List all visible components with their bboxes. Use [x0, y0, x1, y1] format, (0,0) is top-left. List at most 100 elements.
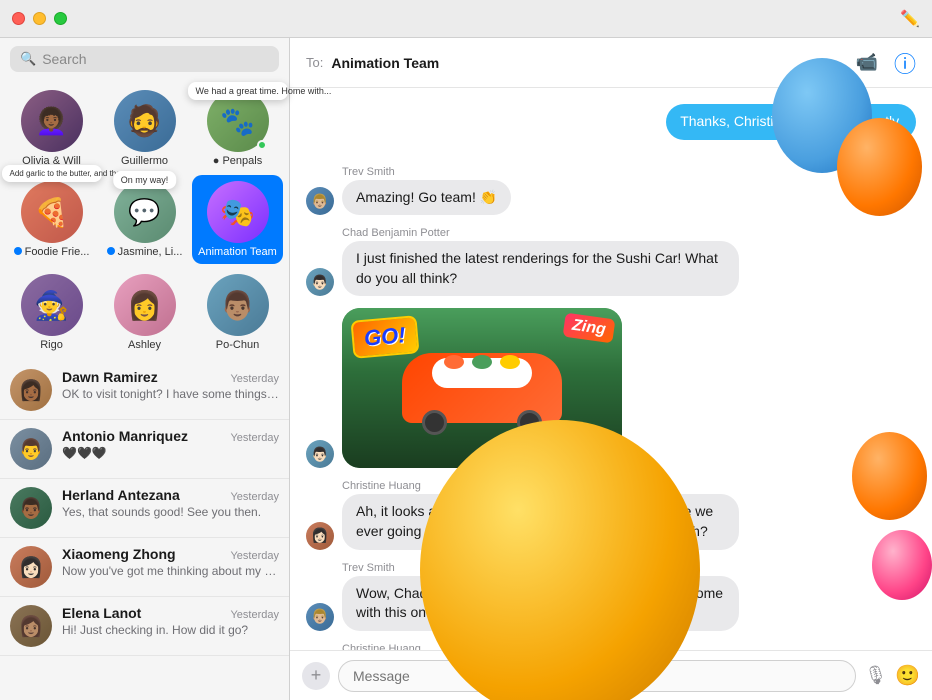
- msg-sender-christine1: Christine Huang: [342, 480, 739, 492]
- pinned-ashley[interactable]: 👩 Ashley: [99, 268, 190, 357]
- conv-item-dawn[interactable]: 👩🏾 Dawn Ramirez Yesterday OK to visit to…: [0, 361, 289, 420]
- avatar-herland: 👨🏾: [10, 487, 52, 529]
- avatar-dawn: 👩🏾: [10, 369, 52, 411]
- chat-area: To: Animation Team 📹 ⓘ Thanks, Christine…: [290, 38, 932, 700]
- search-bar[interactable]: 🔍 Search: [10, 46, 279, 72]
- msg-bubble-trev2: Wow, Chad! I can really envision us taki…: [342, 576, 739, 631]
- msg-read-thanks: Read: [666, 142, 916, 154]
- conv-preview-xiaomeng: Now you've got me thinking about my next…: [62, 563, 279, 580]
- zing-sticker: Zing: [563, 313, 616, 344]
- conv-time-herland: Yesterday: [230, 491, 279, 503]
- avatar-rigo: 🧙: [21, 274, 83, 336]
- avatar-trev: 👨🏼: [306, 187, 334, 215]
- conv-item-antonio[interactable]: 👨 Antonio Manriquez Yesterday 🖤🖤🖤: [0, 420, 289, 479]
- conv-time-xiaomeng: Yesterday: [230, 550, 279, 562]
- msg-content-christine1: Christine Huang Ah, it looks amazing, Ch…: [342, 480, 739, 549]
- msg-bubble-amazing: Amazing! Go team! 👏: [342, 180, 511, 216]
- msg-bubble-thanks: Thanks, Christine. I'll review shortly.: [666, 104, 916, 140]
- sushi-car-image: GO! Zing: [342, 308, 622, 468]
- pinned-pochun[interactable]: 👨🏽 Po-Chun: [192, 268, 283, 357]
- conv-preview-antonio: 🖤🖤🖤: [62, 445, 279, 462]
- pinned-foodie[interactable]: 🍕 Add garlic to the butter, and then... …: [6, 175, 97, 264]
- pinned-olivia-will[interactable]: 👩🏾‍🦱 Olivia & Will: [6, 84, 97, 173]
- main-layout: 🔍 Search 👩🏾‍🦱 Olivia & Will 🧔: [0, 38, 932, 700]
- chat-header: To: Animation Team 📹 ⓘ: [290, 38, 932, 88]
- avatar-trev2: 👨🏼: [306, 603, 334, 631]
- conv-time-antonio: Yesterday: [230, 432, 279, 444]
- conv-item-elena[interactable]: 👩🏽 Elena Lanot Yesterday Hi! Just checki…: [0, 597, 289, 656]
- pinned-guillermo[interactable]: 🧔 Guillermo: [99, 84, 190, 173]
- msg-content-amazing: Trev Smith Amazing! Go team! 👏: [342, 166, 511, 216]
- pinned-name-guillermo: Guillermo: [121, 155, 168, 167]
- header-icons: 📹 ⓘ: [856, 47, 916, 79]
- minimize-button[interactable]: [33, 12, 46, 25]
- wheel-right: [517, 410, 542, 435]
- pinned-name-pochun: Po-Chun: [216, 339, 259, 351]
- close-button[interactable]: [12, 12, 25, 25]
- maximize-button[interactable]: [54, 12, 67, 25]
- msg-bubble-chad: I just finished the latest renderings fo…: [342, 241, 739, 296]
- conv-content-xiaomeng: Xiaomeng Zhong Yesterday Now you've got …: [62, 546, 279, 580]
- conversation-list: 👩🏾 Dawn Ramirez Yesterday OK to visit to…: [0, 361, 289, 700]
- sushi-toppings: [444, 355, 520, 369]
- msg-content-thanks: Thanks, Christine. I'll review shortly. …: [666, 104, 916, 154]
- message-input[interactable]: [338, 660, 856, 692]
- message-trev2: 👨🏼 Trev Smith Wow, Chad! I can really en…: [306, 562, 916, 631]
- conv-time-dawn: Yesterday: [230, 373, 279, 385]
- message-chad: 👨🏻 Chad Benjamin Potter I just finished …: [306, 227, 916, 296]
- conv-item-herland[interactable]: 👨🏾 Herland Antezana Yesterday Yes, that …: [0, 479, 289, 538]
- conv-preview-herland: Yes, that sounds good! See you then.: [62, 504, 279, 521]
- msg-sender-trev2: Trev Smith: [342, 562, 739, 574]
- emoji-icon[interactable]: 🙂: [895, 663, 920, 688]
- conv-time-elena: Yesterday: [230, 609, 279, 621]
- pinned-penpals[interactable]: 🐾 We had a great time. Home with... ● Pe…: [192, 84, 283, 173]
- messages-area: Thanks, Christine. I'll review shortly. …: [290, 88, 932, 650]
- msg-content-chad: Chad Benjamin Potter I just finished the…: [342, 227, 739, 296]
- input-area: + 🎙 🙂: [290, 650, 932, 700]
- audio-icon[interactable]: 🎙: [864, 665, 887, 686]
- message-christine1: 👩🏻 Christine Huang Ah, it looks amazing,…: [306, 480, 916, 549]
- pinned-grid: 👩🏾‍🦱 Olivia & Will 🧔 Guillermo �: [0, 80, 289, 268]
- avatar-christine1: 👩🏻: [306, 522, 334, 550]
- search-icon: 🔍: [20, 51, 36, 67]
- jasmine-tooltip: On my way!: [113, 171, 177, 189]
- avatar-elena: 👩🏽: [10, 605, 52, 647]
- conv-item-xiaomeng[interactable]: 👩🏻 Xiaomeng Zhong Yesterday Now you've g…: [0, 538, 289, 597]
- to-label: To:: [306, 55, 323, 70]
- message-thanks: Thanks, Christine. I'll review shortly. …: [306, 104, 916, 154]
- msg-sender-trev: Trev Smith: [342, 166, 511, 178]
- conv-name-elena: Elena Lanot: [62, 605, 141, 621]
- conv-content-dawn: Dawn Ramirez Yesterday OK to visit tonig…: [62, 369, 279, 403]
- online-indicator: [257, 140, 267, 150]
- wheel-left: [422, 410, 447, 435]
- pinned-name-rigo: Rigo: [40, 339, 63, 351]
- pinned-rigo[interactable]: 🧙 Rigo: [6, 268, 97, 357]
- pinned-name-penpals: ● Penpals: [213, 155, 262, 167]
- info-icon[interactable]: ⓘ: [894, 47, 916, 79]
- avatar-antonio: 👨: [10, 428, 52, 470]
- msg-bubble-christine1: Ah, it looks amazing, Chad! I love it so…: [342, 494, 739, 549]
- avatar-guillermo: 🧔: [114, 90, 176, 152]
- penpals-tooltip: We had a great time. Home with...: [188, 82, 288, 100]
- avatar-animation-team: 🎭: [207, 181, 269, 243]
- add-button[interactable]: +: [302, 662, 330, 690]
- pinned-name-animation-team: Animation Team: [198, 246, 277, 258]
- go-sticker: GO!: [350, 316, 419, 360]
- avatar-ashley: 👩: [114, 274, 176, 336]
- conv-name-herland: Herland Antezana: [62, 487, 180, 503]
- title-bar: ✏️: [0, 0, 932, 38]
- sushi-car-body: [402, 353, 562, 423]
- foodie-tooltip: Add garlic to the butter, and then...: [2, 165, 102, 182]
- conv-preview-dawn: OK to visit tonight? I have some things …: [62, 386, 279, 403]
- search-label: Search: [42, 51, 86, 67]
- pinned-jasmine[interactable]: 💬 On my way! Jasmine, Li...: [99, 175, 190, 264]
- conv-name-antonio: Antonio Manriquez: [62, 428, 188, 444]
- message-amazing: 👨🏼 Trev Smith Amazing! Go team! 👏: [306, 166, 916, 216]
- avatar-pochun: 👨🏽: [207, 274, 269, 336]
- avatar-xiaomeng: 👩🏻: [10, 546, 52, 588]
- pinned-animation-team[interactable]: 🎭 Animation Team: [192, 175, 283, 264]
- conv-content-antonio: Antonio Manriquez Yesterday 🖤🖤🖤: [62, 428, 279, 462]
- compose-icon[interactable]: ✏️: [900, 9, 920, 29]
- extra-contacts-row: 🧙 Rigo 👩 Ashley 👨🏽 Po-Chun: [0, 268, 289, 361]
- video-call-icon[interactable]: 📹: [856, 52, 878, 73]
